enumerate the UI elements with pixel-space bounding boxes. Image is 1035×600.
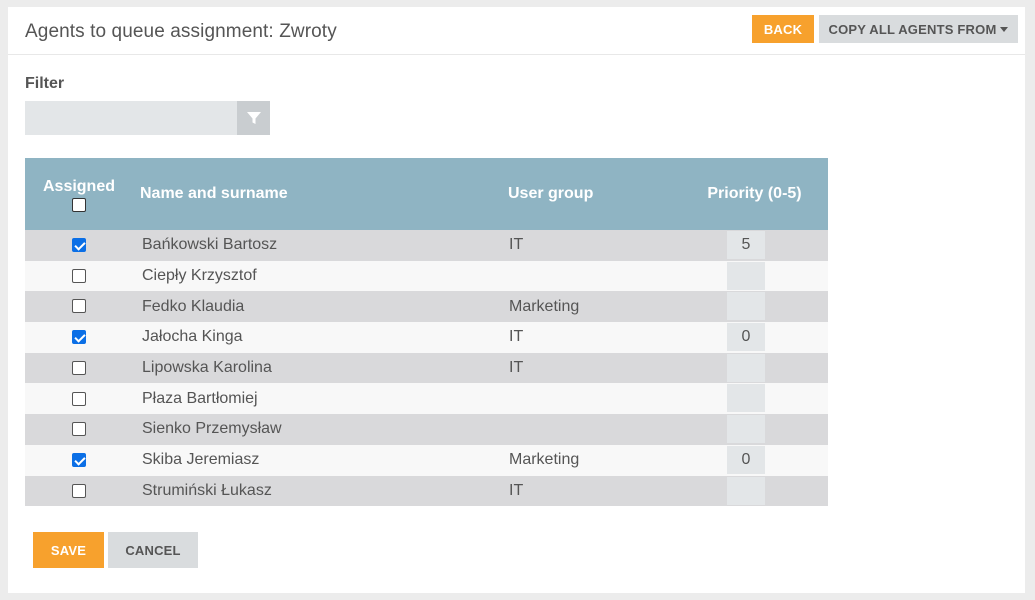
agent-name: Strumiński Łukasz [142, 481, 272, 499]
agent-user-group: IT [509, 236, 524, 254]
agent-user-group [501, 383, 681, 414]
main-panel: Agents to queue assignment: Zwroty BACK … [8, 7, 1025, 593]
assigned-checkbox[interactable] [72, 452, 86, 467]
agent-user-group: IT [509, 481, 524, 499]
assigned-cell [25, 383, 133, 414]
column-header-name[interactable]: Name and surname [133, 158, 501, 230]
cancel-button-label: CANCEL [125, 542, 181, 558]
priority-input[interactable] [727, 353, 765, 382]
page-header: Agents to queue assignment: Zwroty BACK … [8, 7, 1025, 55]
assigned-cell [25, 476, 133, 507]
agent-name: Bańkowski Bartosz [142, 236, 278, 254]
copy-all-agents-button[interactable]: COPY ALL AGENTS FROM [819, 15, 1018, 43]
table-row: Sienko Przemysław [25, 414, 828, 445]
priority-input[interactable]: 0 [727, 323, 765, 352]
priority-input[interactable]: 0 [727, 445, 765, 474]
agent-name: Lipowska Karolina [142, 359, 272, 377]
save-button[interactable]: SAVE [33, 532, 104, 568]
filter-button[interactable] [237, 101, 270, 135]
assigned-cell [25, 353, 133, 384]
priority-input[interactable] [727, 384, 765, 413]
column-header-assigned-label: Assigned [42, 178, 115, 195]
assigned-cell [25, 445, 133, 476]
table-row: Strumiński Łukasz IT [25, 475, 828, 507]
agent-name: Płaza Bartłomiej [142, 389, 258, 407]
cancel-button[interactable]: CANCEL [108, 532, 198, 568]
assigned-checkbox[interactable] [72, 483, 86, 498]
agent-user-group: IT [509, 328, 524, 346]
priority-cell [681, 353, 828, 384]
agent-name: Sienko Przemysław [142, 420, 282, 438]
column-header-user-group[interactable]: User group [501, 158, 681, 230]
assigned-checkbox[interactable] [72, 391, 86, 406]
column-header-priority[interactable]: Priority (0-5) [681, 158, 828, 230]
filter-funnel-icon [246, 112, 261, 124]
priority-input[interactable]: 5 [727, 231, 765, 259]
agent-name: Skiba Jeremiasz [142, 451, 260, 469]
assigned-checkbox[interactable] [72, 299, 86, 314]
table-row: Płaza Bartłomiej [25, 383, 828, 415]
agent-name: Jałocha Kinga [142, 328, 243, 346]
agent-user-group: Marketing [509, 451, 580, 469]
copy-all-agents-label: COPY ALL AGENTS FROM [828, 21, 997, 37]
table-row: Skiba Jeremiasz Marketing 0 [25, 444, 828, 476]
priority-cell [681, 476, 828, 507]
agent-name: Fedko Klaudia [142, 297, 245, 315]
assigned-checkbox[interactable] [72, 330, 86, 345]
agent-user-group [501, 261, 681, 292]
priority-cell: 0 [681, 445, 828, 476]
priority-cell [681, 383, 828, 414]
assigned-checkbox[interactable] [72, 360, 86, 375]
save-button-label: SAVE [50, 542, 87, 558]
assigned-checkbox[interactable] [72, 422, 86, 437]
priority-cell [681, 414, 828, 445]
priority-input[interactable] [727, 292, 765, 321]
agent-user-group: IT [509, 359, 524, 377]
assigned-cell [25, 261, 133, 292]
table-row: Lipowska Karolina IT [25, 352, 828, 384]
priority-cell [681, 291, 828, 322]
table-row: Fedko Klaudia Marketing [25, 291, 828, 323]
table-row: Jałocha Kinga IT 0 [25, 322, 828, 353]
select-all-checkbox[interactable] [72, 198, 86, 212]
filter-label: Filter [25, 75, 65, 92]
table-row: Ciepły Krzysztof [25, 260, 828, 292]
table-row: Bańkowski Bartosz IT 5 [25, 230, 828, 261]
priority-cell: 0 [681, 322, 828, 353]
assigned-cell [25, 414, 133, 445]
priority-input[interactable] [727, 261, 765, 290]
agent-user-group [501, 414, 681, 445]
priority-input[interactable] [727, 415, 765, 444]
priority-cell [681, 261, 828, 292]
back-button-label: BACK [763, 21, 803, 37]
assigned-checkbox[interactable] [72, 268, 86, 283]
caret-down-icon [1000, 26, 1009, 32]
priority-cell: 5 [681, 230, 828, 261]
agents-table: Assigned Name and surname User group Pri… [25, 158, 828, 507]
assigned-checkbox[interactable] [72, 238, 86, 253]
agent-name: Ciepły Krzysztof [142, 267, 257, 285]
table-header-row: Assigned Name and surname User group Pri… [25, 158, 828, 230]
assigned-cell [25, 322, 133, 353]
assigned-cell [25, 230, 133, 261]
assigned-cell [25, 291, 133, 322]
column-header-assigned: Assigned [25, 158, 133, 230]
back-button[interactable]: BACK [752, 15, 814, 43]
page-title: Agents to queue assignment: Zwroty [25, 21, 337, 42]
agent-user-group: Marketing [509, 297, 580, 315]
priority-input[interactable] [727, 476, 765, 505]
filter-input[interactable] [25, 101, 237, 135]
